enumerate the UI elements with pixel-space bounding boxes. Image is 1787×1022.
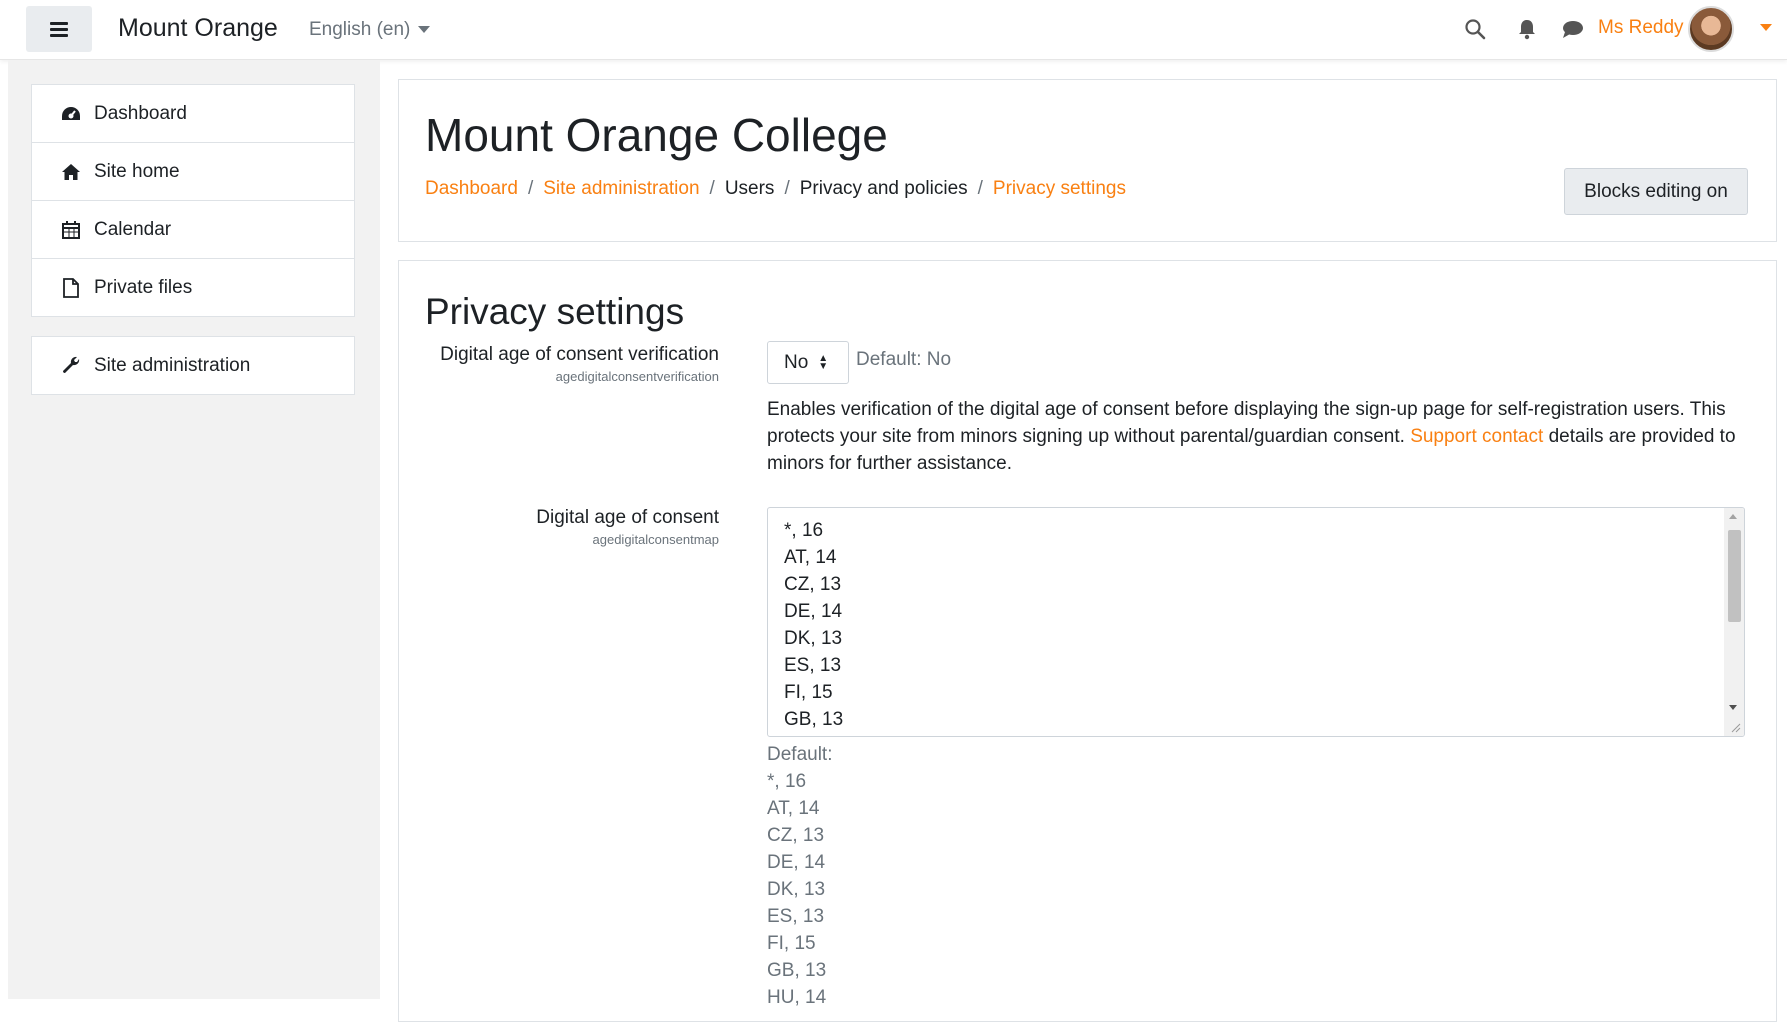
consent-map-textarea[interactable]: *, 16 AT, 14 CZ, 13 DE, 14 DK, 13 ES, 13…	[767, 507, 1745, 737]
breadcrumb-separator: /	[784, 178, 790, 199]
textarea-line: DK, 13	[784, 628, 843, 649]
bell-icon	[1519, 20, 1535, 40]
breadcrumb-site-administration[interactable]: Site administration	[543, 178, 699, 199]
breadcrumb-dashboard[interactable]: Dashboard	[425, 178, 518, 199]
default-line: CZ, 13	[767, 825, 825, 846]
drawer-item-label: Calendar	[94, 218, 172, 240]
textarea-line: ES, 13	[784, 655, 842, 676]
chevron-down-icon	[418, 26, 431, 34]
default-line: FI, 15	[767, 933, 816, 954]
drawer-item-private-files[interactable]: Private files	[32, 259, 354, 316]
textarea-line: GB, 13	[784, 709, 844, 730]
home-icon	[60, 163, 82, 181]
search-button[interactable]	[1462, 16, 1488, 42]
site-name[interactable]: Mount Orange	[118, 14, 278, 43]
menu-toggle-button[interactable]	[26, 6, 92, 52]
drawer-item-site-administration[interactable]: Site administration	[32, 337, 354, 394]
verification-default: Default: No	[856, 349, 952, 370]
textarea-line: FI, 15	[784, 682, 833, 703]
breadcrumb: Dashboard / Site administration / Users / Priv…	[425, 178, 1126, 200]
verification-select-value: No	[784, 351, 809, 373]
avatar[interactable]	[1688, 6, 1734, 52]
wrench-icon	[60, 356, 82, 376]
verification-select[interactable]: No ▲ ▼	[767, 341, 849, 384]
textarea-line: AT, 14	[784, 547, 837, 568]
default-line: AT, 14	[767, 798, 820, 819]
chevron-down-icon[interactable]	[1760, 24, 1772, 31]
textarea-scrollbar[interactable]	[1724, 508, 1744, 736]
chat-icon	[1563, 21, 1583, 38]
messages-button[interactable]	[1560, 16, 1586, 42]
default-line: DK, 13	[767, 879, 826, 900]
breadcrumb-separator: /	[527, 178, 534, 199]
drawer-item-calendar[interactable]: Calendar	[32, 201, 354, 259]
verification-label: Digital age of consent verification aged…	[440, 344, 719, 384]
textarea-line: *, 16	[784, 520, 824, 541]
breadcrumb-users: Users	[724, 178, 775, 199]
calendar-icon	[60, 220, 82, 240]
verification-label-text: Digital age of consent verification	[440, 344, 719, 365]
textarea-line: CZ, 13	[784, 574, 842, 595]
default-line: DE, 14	[767, 852, 826, 873]
dashboard-icon	[60, 105, 82, 123]
consent-map-label: Digital age of consent agedigitalconsent…	[536, 507, 719, 547]
file-icon	[60, 277, 82, 298]
consent-map-label-text: Digital age of consent	[536, 507, 719, 528]
drawer-admin-nav: Site administration	[31, 336, 355, 395]
notifications-button[interactable]	[1514, 16, 1540, 42]
page-header: Mount Orange College Dashboard / Site admi…	[398, 79, 1777, 242]
blocks-editing-button[interactable]: Blocks editing on	[1564, 168, 1748, 215]
resize-grip-icon[interactable]	[1731, 723, 1741, 733]
breadcrumb-privacy-and-policies: Privacy and policies	[799, 178, 968, 199]
consent-map-setting-name: agedigitalconsentmap	[592, 532, 719, 547]
language-menu[interactable]: English (en)	[309, 19, 431, 41]
drawer-item-label: Site administration	[94, 354, 251, 376]
drawer-item-site-home[interactable]: Site home	[32, 143, 354, 201]
settings-card: Privacy settings Digital age of consent …	[398, 260, 1777, 1022]
user-name[interactable]: Ms Reddy	[1598, 17, 1684, 39]
nav-drawer: Dashboard Site home Calendar Private fil…	[8, 60, 380, 999]
consent-map-default: Default: *, 16 AT, 14 CZ, 13 DE, 14 DK, …	[767, 741, 832, 1011]
drawer-item-dashboard[interactable]: Dashboard	[32, 85, 354, 143]
default-line: GB, 13	[767, 960, 827, 981]
select-arrows-icon: ▲ ▼	[818, 352, 829, 372]
menu-icon	[50, 19, 68, 40]
default-line: HU, 14	[767, 987, 827, 1008]
search-icon	[1465, 19, 1486, 40]
textarea-content: *, 16 AT, 14 CZ, 13 DE, 14 DK, 13 ES, 13…	[784, 517, 843, 733]
default-label: Default:	[767, 744, 833, 765]
textarea-line: DE, 14	[784, 601, 843, 622]
breadcrumb-separator: /	[977, 178, 983, 199]
verification-description: Enables verification of the digital age …	[767, 396, 1767, 477]
default-line: *, 16	[767, 771, 807, 792]
language-label: English (en)	[309, 19, 411, 40]
page-title: Mount Orange College	[425, 109, 888, 161]
scroll-up-icon[interactable]	[1729, 514, 1737, 519]
breadcrumb-privacy-settings[interactable]: Privacy settings	[993, 178, 1126, 199]
scroll-down-icon[interactable]	[1729, 705, 1737, 710]
support-contact-link[interactable]: Support contact	[1410, 426, 1543, 447]
drawer-item-label: Private files	[94, 276, 193, 298]
top-navbar: Mount Orange English (en) Ms Reddy	[0, 0, 1787, 60]
default-line: ES, 13	[767, 906, 825, 927]
drawer-item-label: Site home	[94, 160, 180, 182]
breadcrumb-separator: /	[709, 178, 715, 199]
drawer-item-label: Dashboard	[94, 102, 187, 124]
drawer-main-nav: Dashboard Site home Calendar Private fil…	[31, 84, 355, 317]
section-title: Privacy settings	[425, 291, 685, 332]
scroll-thumb[interactable]	[1728, 530, 1741, 622]
verification-setting-name: agedigitalconsentverification	[555, 369, 719, 384]
